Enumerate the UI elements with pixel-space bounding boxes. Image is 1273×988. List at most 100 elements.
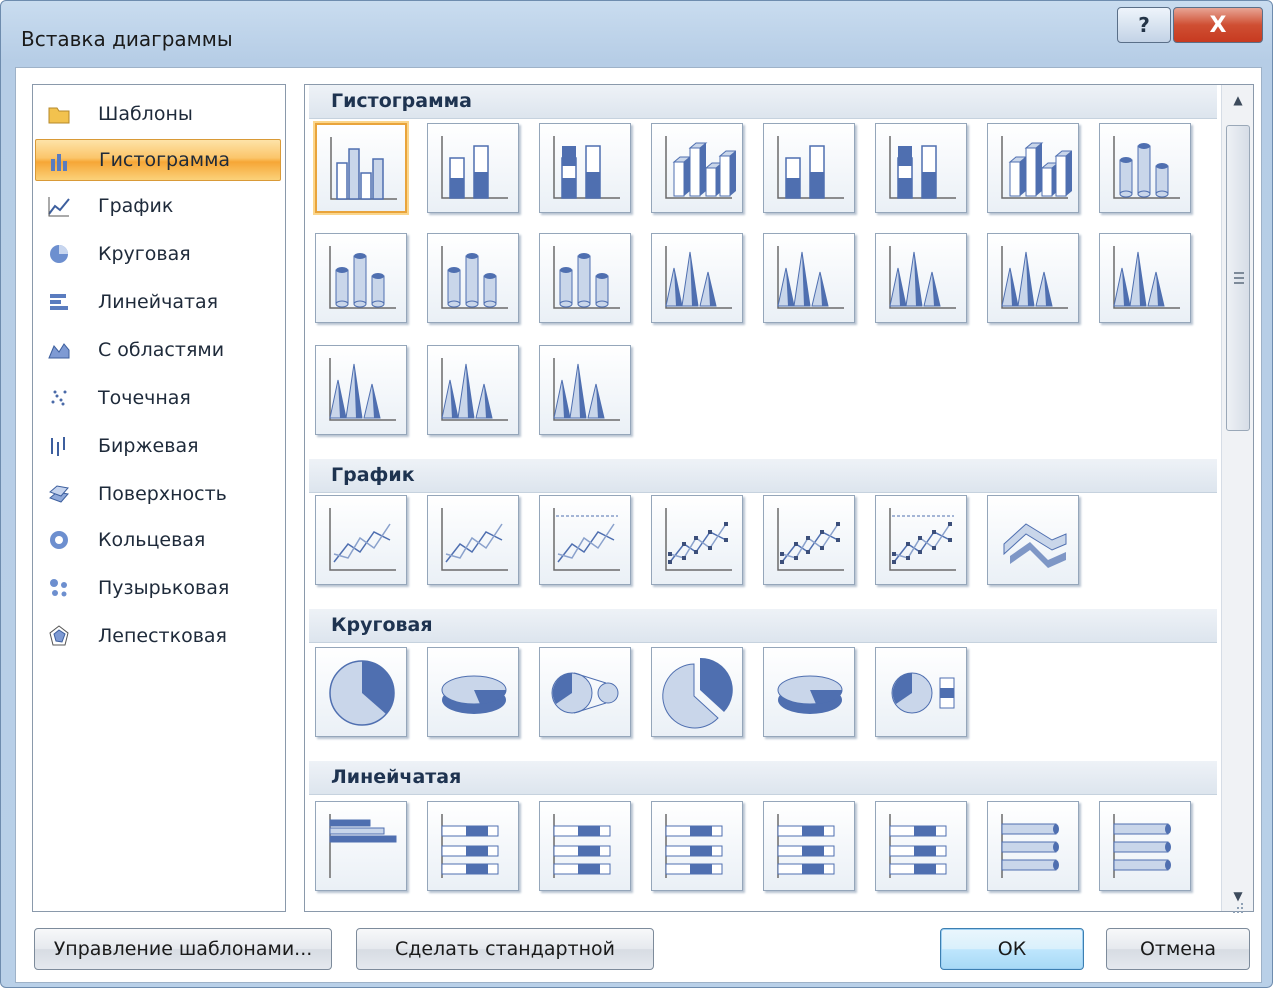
column-3d-chart-icon bbox=[665, 136, 736, 199]
chart-thumbnail-percent-bar[interactable] bbox=[539, 801, 631, 891]
close-button[interactable]: X bbox=[1173, 7, 1263, 43]
category-item[interactable]: Лепестковая bbox=[35, 615, 281, 657]
stacked-column-3d-chart-icon bbox=[777, 136, 844, 199]
grip-icon bbox=[1234, 272, 1244, 284]
chart-thumbnail-bar-3d[interactable] bbox=[651, 801, 743, 891]
bar-of-pie-chart-icon bbox=[891, 672, 955, 714]
chart-thumbnail-pie-of-pie[interactable] bbox=[539, 647, 631, 737]
chart-thumbnail-stacked-bar-3d[interactable] bbox=[763, 801, 855, 891]
line-3d-chart-icon bbox=[1003, 523, 1067, 568]
category-label: Шаблоны bbox=[98, 103, 193, 125]
chart-thumbnail-column[interactable] bbox=[315, 123, 407, 213]
scroll-thumb[interactable] bbox=[1226, 125, 1250, 431]
chart-thumbnail-cylinder[interactable] bbox=[1099, 123, 1191, 213]
line-chart-icon bbox=[329, 508, 396, 571]
column-3d-depth-chart-icon bbox=[1001, 136, 1072, 199]
chart-thumbnail-pyramid[interactable] bbox=[1099, 233, 1191, 323]
stacked-column-chart-icon bbox=[441, 136, 508, 199]
help-button[interactable]: ? bbox=[1117, 7, 1171, 43]
section-title: Круговая bbox=[331, 614, 433, 636]
chart-thumbnail-percent-cylinder[interactable] bbox=[427, 233, 519, 323]
folder-icon bbox=[48, 107, 70, 124]
percent-column-3d-chart-icon bbox=[889, 136, 956, 199]
chart-thumbnail-stacked-line-markers[interactable] bbox=[763, 495, 855, 585]
chart-thumbnail-pie[interactable] bbox=[315, 647, 407, 737]
chart-thumbnail-line[interactable] bbox=[315, 495, 407, 585]
category-item[interactable]: Шаблоны bbox=[35, 93, 281, 135]
category-item[interactable]: Линейчатая bbox=[35, 281, 281, 323]
set-default-button[interactable]: Сделать стандартной bbox=[356, 928, 654, 970]
manage-templates-button[interactable]: Управление шаблонами... bbox=[34, 928, 332, 970]
chart-category-list: Шаблоны Гистограмма График Круговая Линейчат… bbox=[32, 84, 286, 912]
exploded-pie-chart-icon bbox=[662, 657, 733, 729]
pyramid-3d-chart-icon bbox=[553, 358, 620, 421]
chart-thumbnail-stacked-line[interactable] bbox=[427, 495, 519, 585]
resize-grip-icon[interactable] bbox=[1231, 901, 1245, 915]
category-item[interactable]: Кольцевая bbox=[35, 519, 281, 561]
stacked-bar-3d-chart-icon bbox=[777, 814, 835, 878]
category-item[interactable]: Пузырьковая bbox=[35, 567, 281, 609]
chart-thumbnail-line-markers[interactable] bbox=[651, 495, 743, 585]
chart-thumbnail-pie-3d[interactable] bbox=[427, 647, 519, 737]
chart-thumbnail-stacked-cylinder-bar[interactable] bbox=[1099, 801, 1191, 891]
chart-thumbnail-column-3d-depth[interactable] bbox=[987, 123, 1079, 213]
close-icon: X bbox=[1209, 12, 1227, 38]
cancel-button[interactable]: Отмена bbox=[1106, 928, 1250, 970]
exploded-pie-3d-chart-icon bbox=[777, 675, 843, 714]
category-item[interactable]: С областями bbox=[35, 329, 281, 371]
chart-thumbnail-cone-3d[interactable] bbox=[987, 233, 1079, 323]
chart-thumbnail-exploded-pie[interactable] bbox=[651, 647, 743, 737]
section-title: Линейчатая bbox=[331, 766, 462, 788]
category-label: Линейчатая bbox=[98, 291, 219, 313]
chart-thumbnail-percent-cone[interactable] bbox=[875, 233, 967, 323]
category-item[interactable]: Поверхность bbox=[35, 473, 281, 515]
manage-templates-label: Управление шаблонами... bbox=[53, 938, 313, 960]
chart-thumbnail-percent-column-3d[interactable] bbox=[875, 123, 967, 213]
chart-thumbnail-line-3d[interactable] bbox=[987, 495, 1079, 585]
chart-thumbnail-percent-line-markers[interactable] bbox=[875, 495, 967, 585]
chart-thumbnail-cylinder-3d[interactable] bbox=[539, 233, 631, 323]
category-item[interactable]: Гистограмма bbox=[35, 139, 281, 181]
percent-cylinder-chart-icon bbox=[441, 246, 508, 309]
line-chart-icon bbox=[48, 197, 70, 217]
category-label: Биржевая bbox=[98, 435, 199, 457]
chart-thumbnail-bar-of-pie[interactable] bbox=[875, 647, 967, 737]
section-header: Гистограмма bbox=[309, 85, 1217, 119]
category-item[interactable]: Круговая bbox=[35, 233, 281, 275]
chart-thumbnail-stacked-column[interactable] bbox=[427, 123, 519, 213]
category-label: Гистограмма bbox=[99, 149, 231, 171]
percent-bar-3d-chart-icon bbox=[889, 814, 947, 878]
stacked-bar-chart-icon bbox=[441, 814, 499, 878]
chart-thumbnail-stacked-cone[interactable] bbox=[763, 233, 855, 323]
chart-thumbnail-cone[interactable] bbox=[651, 233, 743, 323]
chart-thumbnail-cylinder-bar[interactable] bbox=[987, 801, 1079, 891]
chart-thumbnail-percent-column[interactable] bbox=[539, 123, 631, 213]
chart-thumbnail-bar[interactable] bbox=[315, 801, 407, 891]
chart-thumbnail-percent-line[interactable] bbox=[539, 495, 631, 585]
category-label: Точечная bbox=[98, 387, 191, 409]
gallery-scrollbar[interactable]: ▲ ▼ bbox=[1221, 85, 1253, 911]
chart-thumbnail-pyramid-3d[interactable] bbox=[539, 345, 631, 435]
scroll-up-icon[interactable]: ▲ bbox=[1222, 85, 1253, 115]
chart-gallery: Гистограмма График Круговая Линейчатая ▲ ▼ bbox=[304, 84, 1254, 912]
section-header: Круговая bbox=[309, 609, 1217, 643]
category-item[interactable]: Точечная bbox=[35, 377, 281, 419]
chart-thumbnail-exploded-pie-3d[interactable] bbox=[763, 647, 855, 737]
category-label: Кольцевая bbox=[98, 529, 206, 551]
chart-thumbnail-stacked-bar[interactable] bbox=[427, 801, 519, 891]
chart-thumbnail-stacked-cylinder[interactable] bbox=[315, 233, 407, 323]
chart-thumbnail-percent-bar-3d[interactable] bbox=[875, 801, 967, 891]
cancel-label: Отмена bbox=[1139, 938, 1217, 960]
column-chart-icon bbox=[330, 137, 397, 200]
chart-thumbnail-percent-pyramid[interactable] bbox=[427, 345, 519, 435]
chart-thumbnail-stacked-pyramid[interactable] bbox=[315, 345, 407, 435]
percent-pyramid-chart-icon bbox=[441, 358, 508, 421]
chart-thumbnail-column-3d[interactable] bbox=[651, 123, 743, 213]
area-chart-icon bbox=[48, 343, 70, 359]
category-item[interactable]: График bbox=[35, 185, 281, 227]
ok-button[interactable]: ОК bbox=[940, 928, 1084, 970]
category-item[interactable]: Биржевая bbox=[35, 425, 281, 467]
chart-thumbnail-stacked-column-3d[interactable] bbox=[763, 123, 855, 213]
section-header: Линейчатая bbox=[309, 761, 1217, 795]
percent-line-markers-chart-icon bbox=[889, 508, 956, 571]
